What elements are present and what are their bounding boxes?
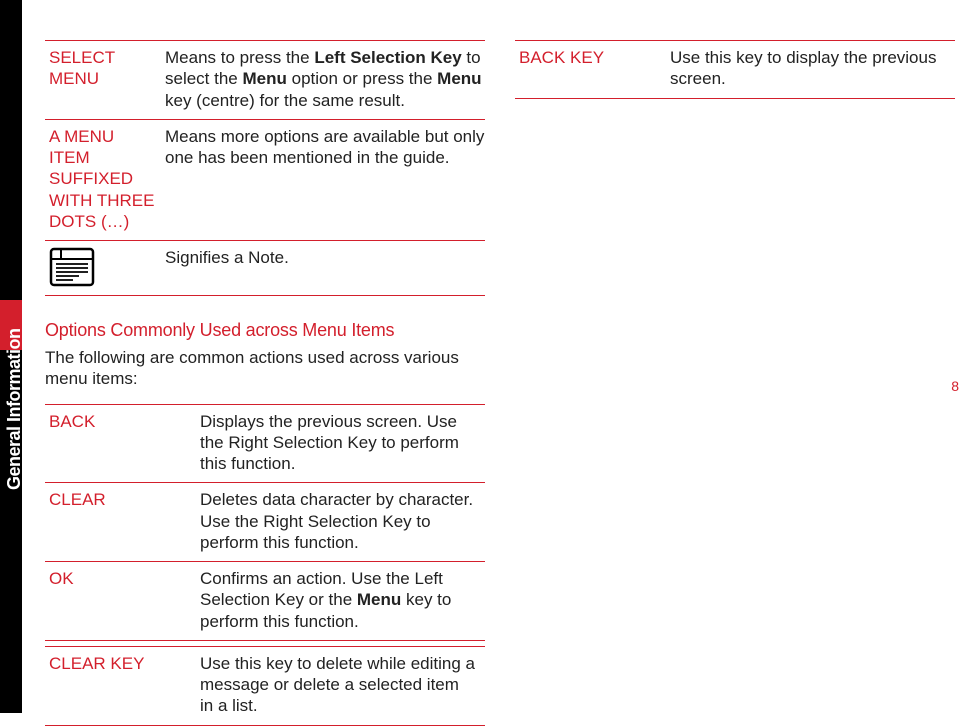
description: Signifies a Note.	[165, 247, 485, 287]
bold-text: Menu	[357, 590, 401, 609]
term	[45, 247, 165, 287]
description: Deletes data character by character. Use…	[200, 489, 485, 553]
note-icon	[49, 247, 95, 287]
intro-text: The following are common actions used ac…	[45, 347, 485, 390]
table-conventions: SELECT MENU Means to press the Left Sele…	[45, 40, 485, 296]
description: Use this key to display the previous scr…	[670, 47, 955, 90]
table-row: OK Confirms an action. Use the Left Sele…	[45, 562, 485, 641]
table-row: Signifies a Note.	[45, 241, 485, 296]
term: CLEAR	[45, 489, 200, 553]
table-row: CLEAR Deletes data character by characte…	[45, 483, 485, 562]
table-row: CLEAR KEY Use this key to delete while e…	[45, 647, 485, 726]
sidebar-label: General Information	[4, 328, 25, 490]
table-row: A MENU ITEM SUFFIXED WITH THREE DOTS (…)…	[45, 120, 485, 241]
bold-text: Menu	[437, 69, 481, 88]
description: Means more options are available but onl…	[165, 126, 485, 232]
table-options: BACK Displays the previous screen. Use t…	[45, 404, 485, 726]
text: key (centre) for the same result.	[165, 91, 405, 110]
bold-text: Left Selection Key	[314, 48, 461, 67]
term: BACK	[45, 411, 200, 475]
description: Use this key to delete while editing a m…	[200, 653, 485, 717]
table-row: SELECT MENU Means to press the Left Sele…	[45, 40, 485, 120]
term: BACK KEY	[515, 47, 670, 90]
text: Means to press the	[165, 48, 314, 67]
table-row: BACK Displays the previous screen. Use t…	[45, 404, 485, 484]
term: OK	[45, 568, 200, 632]
left-column: SELECT MENU Means to press the Left Sele…	[45, 40, 485, 726]
term: SELECT MENU	[45, 47, 165, 111]
right-column: BACK KEY Use this key to display the pre…	[515, 40, 955, 726]
term: CLEAR KEY	[45, 653, 200, 717]
subheading-options: Options Commonly Used across Menu Items	[45, 320, 485, 341]
description: Confirms an action. Use the Left Selecti…	[200, 568, 485, 632]
description: Means to press the Left Selection Key to…	[165, 47, 485, 111]
table-keys: BACK KEY Use this key to display the pre…	[515, 40, 955, 99]
description: Displays the previous screen. Use the Ri…	[200, 411, 485, 475]
page-content: SELECT MENU Means to press the Left Sele…	[45, 40, 959, 726]
table-row: BACK KEY Use this key to display the pre…	[515, 40, 955, 99]
bold-text: Menu	[243, 69, 287, 88]
text: option or press the	[287, 69, 437, 88]
term: A MENU ITEM SUFFIXED WITH THREE DOTS (…)	[45, 126, 165, 232]
